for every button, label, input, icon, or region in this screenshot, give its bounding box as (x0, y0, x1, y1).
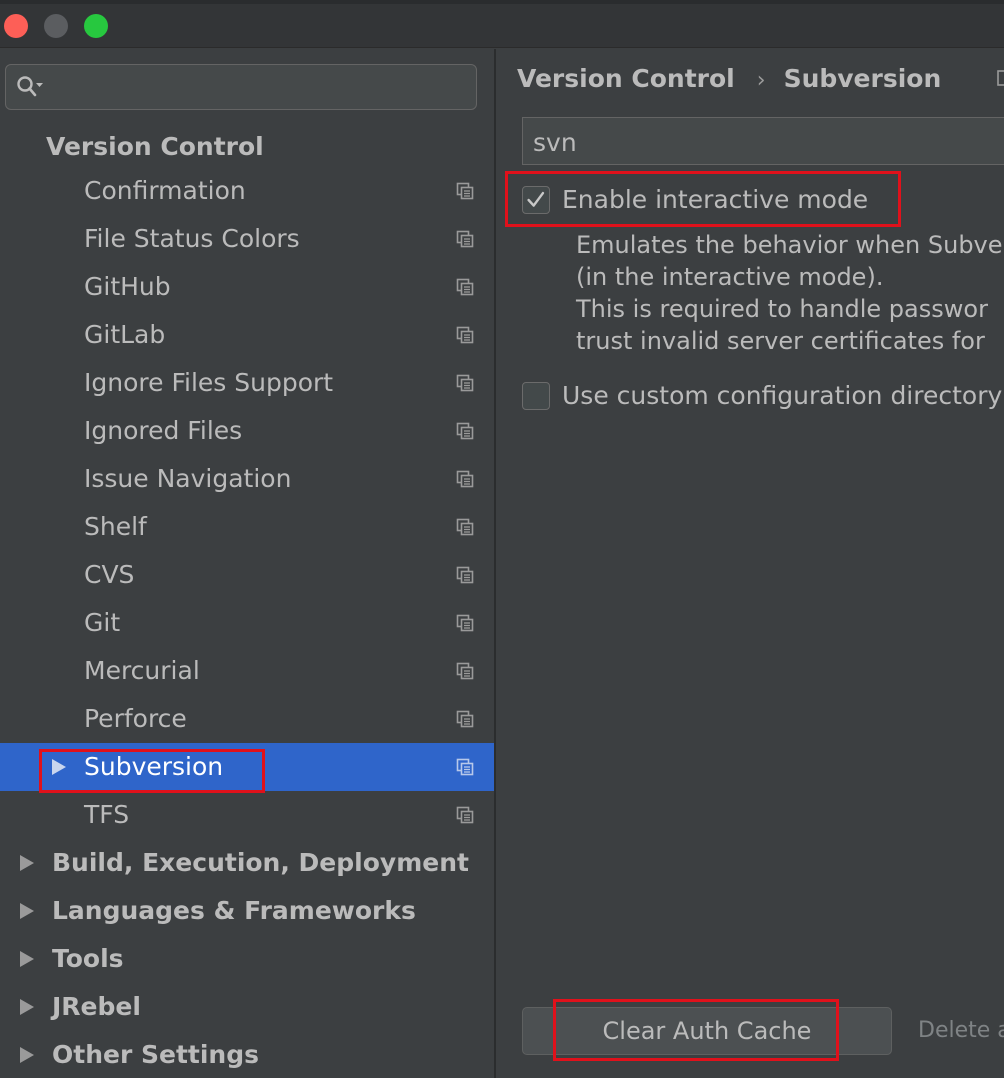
tree-item-issue-navigation[interactable]: Issue Navigation (0, 455, 494, 503)
project-settings-icon (456, 230, 474, 248)
interactive-mode-description-line: (in the interactive mode). (576, 263, 884, 291)
search-input[interactable] (54, 73, 464, 101)
tree-item-label: Other Settings (52, 1040, 259, 1069)
use-custom-configuration-directory-label[interactable]: Use custom configuration directory (562, 380, 1002, 412)
project-settings-icon (456, 422, 474, 440)
interactive-mode-description-line: trust invalid server certificates for (576, 327, 985, 355)
project-settings-icon (456, 566, 474, 584)
window-close-button[interactable] (4, 14, 28, 38)
settings-tree-panel: Version Control Confirmation File Status… (0, 49, 494, 1078)
project-settings-icon (456, 662, 474, 680)
interactive-mode-description-line: This is required to handle passwor (576, 295, 988, 323)
project-settings-icon (456, 278, 474, 296)
tree-item-label: JRebel (52, 992, 141, 1021)
tree-item-label: Perforce (84, 704, 187, 733)
enable-interactive-mode-label[interactable]: Enable interactive mode (562, 184, 868, 216)
tree-item-cvs[interactable]: CVS (0, 551, 494, 599)
window-maximize-button[interactable] (84, 14, 108, 38)
title-bar-strip (0, 0, 1004, 4)
tree-item-languages-frameworks[interactable]: Languages & Frameworks (0, 887, 494, 935)
tree-item-gitlab[interactable]: GitLab (0, 311, 494, 359)
project-settings-icon (456, 326, 474, 344)
project-settings-icon (456, 614, 474, 632)
project-settings-icon (456, 182, 474, 200)
expand-arrow-icon[interactable] (16, 997, 36, 1017)
svn-executable-path-input[interactable] (533, 127, 1004, 157)
tree-item-label: Confirmation (84, 176, 246, 205)
project-settings-icon (456, 710, 474, 728)
enable-interactive-mode-checkbox[interactable] (522, 186, 550, 214)
tree-item-label: Languages & Frameworks (52, 896, 416, 925)
tree-item-label: Ignore Files Support (84, 368, 334, 397)
breadcrumb-current: Subversion (783, 64, 942, 93)
tree-item-shelf[interactable]: Shelf (0, 503, 494, 551)
tree-item-confirmation[interactable]: Confirmation (0, 167, 494, 215)
window-minimize-button[interactable] (44, 14, 68, 38)
tree-item-label: GitLab (84, 320, 166, 349)
tree-item-label: GitHub (84, 272, 171, 301)
tree-item-ignored-files[interactable]: Ignored Files (0, 407, 494, 455)
use-custom-configuration-directory-checkbox[interactable] (522, 382, 550, 410)
clear-auth-cache-button[interactable]: Clear Auth Cache (522, 1007, 892, 1055)
tree-item-github[interactable]: GitHub (0, 263, 494, 311)
title-bar (0, 0, 1004, 48)
interactive-mode-description-line: Emulates the behavior when Subve (576, 231, 1003, 259)
tree-item-label: Git (84, 608, 121, 637)
breadcrumb-separator: › (756, 68, 766, 93)
project-settings-icon (456, 806, 474, 824)
project-settings-icon (997, 70, 1004, 86)
project-settings-icon (456, 518, 474, 536)
tree-item-jrebel[interactable]: JRebel (0, 983, 494, 1031)
project-settings-icon (456, 374, 474, 392)
project-settings-icon (456, 470, 474, 488)
tree-item-label: TFS (84, 800, 130, 829)
checkmark-icon (527, 191, 545, 207)
tree-item-subversion[interactable]: Subversion (0, 743, 494, 791)
tree-item-label: Issue Navigation (84, 464, 292, 493)
tree-item-tfs[interactable]: TFS (0, 791, 494, 839)
tree-item-other-settings[interactable]: Other Settings (0, 1031, 494, 1078)
expand-arrow-icon[interactable] (48, 757, 68, 777)
tree-item-label: Mercurial (84, 656, 200, 685)
tree-item-perforce[interactable]: Perforce (0, 695, 494, 743)
expand-arrow-icon[interactable] (16, 853, 36, 873)
tree-item-label: CVS (84, 560, 135, 589)
breadcrumb: Version Control › Subversion (517, 64, 941, 98)
project-settings-icon (456, 758, 474, 776)
tree-item-version-control[interactable]: Version Control (0, 123, 494, 171)
tree-item-file-status-colors[interactable]: File Status Colors (0, 215, 494, 263)
tree-item-ignore-files-support[interactable]: Ignore Files Support (0, 359, 494, 407)
expand-arrow-icon[interactable] (16, 901, 36, 921)
expand-arrow-icon[interactable] (16, 949, 36, 969)
search-icon[interactable] (16, 75, 44, 99)
tree-item-tools[interactable]: Tools (0, 935, 494, 983)
expand-arrow-icon[interactable] (16, 1045, 36, 1065)
tree-item-label: Ignored Files (84, 416, 243, 445)
svn-executable-path-field[interactable] (522, 117, 1004, 165)
tree-item-git[interactable]: Git (0, 599, 494, 647)
tree-item-label: Build, Execution, Deployment (52, 848, 469, 877)
tree-item-mercurial[interactable]: Mercurial (0, 647, 494, 695)
tree-item-label: Tools (52, 944, 124, 973)
breadcrumb-parent[interactable]: Version Control (517, 64, 735, 93)
tree-item-label: Version Control (46, 132, 264, 161)
tree-item-label: File Status Colors (84, 224, 300, 253)
subversion-settings-panel: Version Control › Subversion Enable intera… (496, 49, 1004, 1078)
settings-search-field[interactable] (5, 64, 477, 110)
tree-item-build-execution-deployment[interactable]: Build, Execution, Deployment (0, 839, 494, 887)
tree-item-label: Shelf (84, 512, 147, 541)
tree-item-label: Subversion (84, 752, 224, 781)
clear-auth-cache-hint: Delete a (918, 1018, 1004, 1043)
